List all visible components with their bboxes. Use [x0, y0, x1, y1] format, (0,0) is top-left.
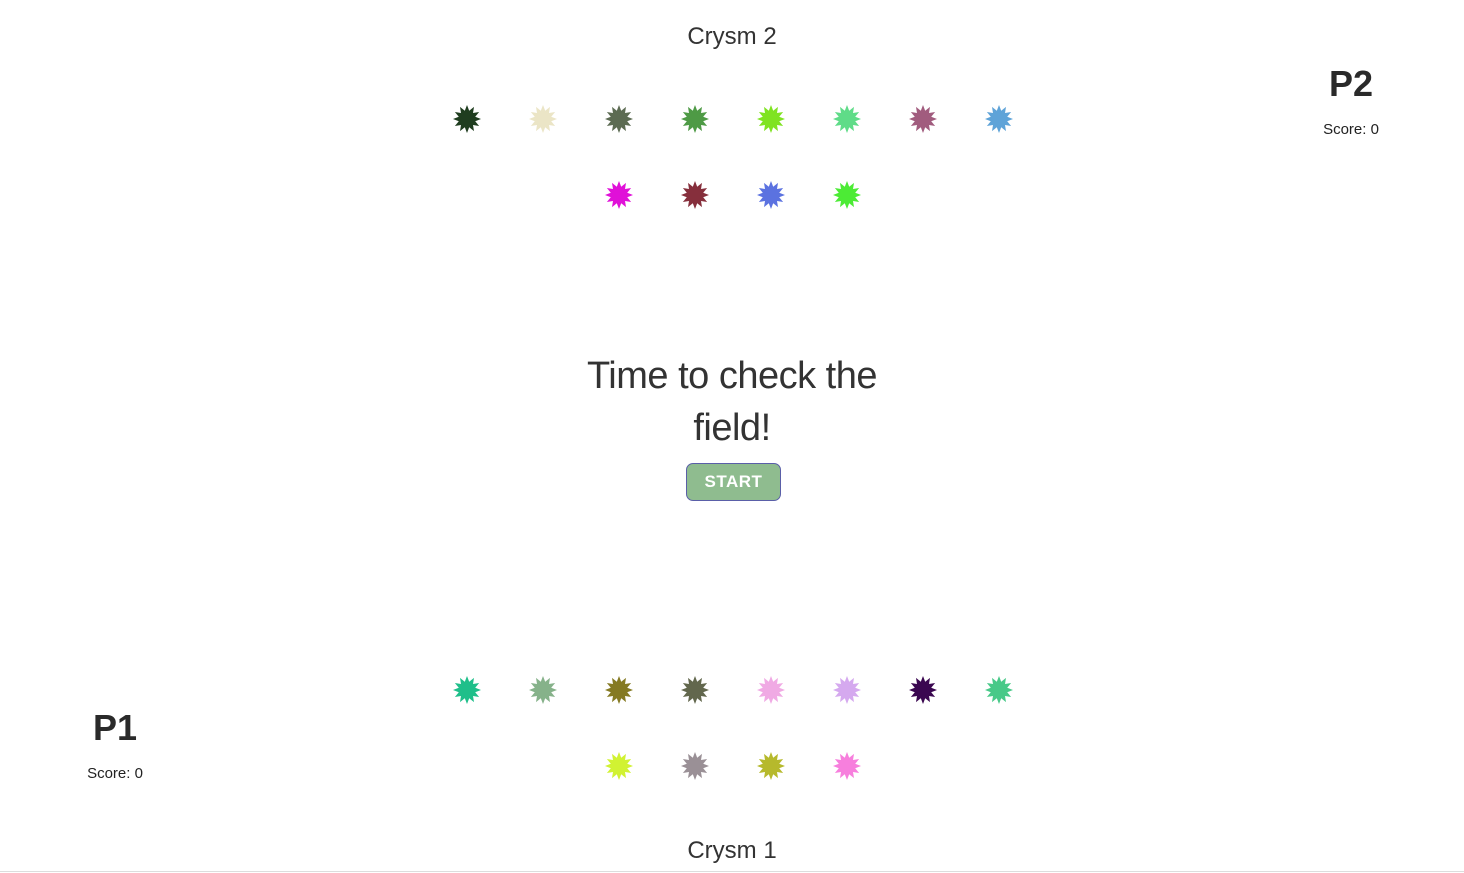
player-2-name: P2 [1328, 63, 1374, 104]
crystal-star-icon[interactable] [680, 180, 710, 210]
crystal-star-icon[interactable] [680, 104, 710, 134]
crystal-star-icon[interactable] [756, 104, 786, 134]
player-2-panel: P2 Score: 0 [1281, 64, 1421, 140]
crystal-star-icon[interactable] [452, 104, 482, 134]
crystal-star-icon[interactable] [984, 675, 1014, 705]
crystal-star-icon[interactable] [908, 104, 938, 134]
status-message: Time to check the field! [587, 355, 878, 449]
crystal-star-icon[interactable] [832, 104, 862, 134]
player-1-panel: P1 Score: 0 [45, 708, 185, 784]
player-1-score: Score: 0 [87, 765, 143, 782]
player-2-score: Score: 0 [1323, 121, 1379, 138]
crystal-star-icon[interactable] [908, 675, 938, 705]
crystal-star-icon[interactable] [604, 675, 634, 705]
player-1-name: P1 [92, 707, 138, 748]
crystal-star-icon[interactable] [984, 104, 1014, 134]
divider [0, 871, 1464, 872]
field-title-crysm-1: Crysm 1 [687, 837, 777, 864]
crystal-star-icon[interactable] [604, 180, 634, 210]
crystal-star-icon[interactable] [832, 751, 862, 781]
crystal-star-icon[interactable] [680, 675, 710, 705]
crystal-star-icon[interactable] [680, 751, 710, 781]
crystal-star-icon[interactable] [528, 104, 558, 134]
crystal-star-icon[interactable] [604, 104, 634, 134]
crystal-star-icon[interactable] [756, 675, 786, 705]
crystal-star-icon[interactable] [756, 751, 786, 781]
crystal-star-icon[interactable] [528, 675, 558, 705]
game-stage: Crysm 2 P2 Score: 0 Time to check the fi… [0, 0, 1464, 873]
crystal-star-icon[interactable] [756, 180, 786, 210]
crystal-star-icon[interactable] [832, 180, 862, 210]
crystal-star-icon[interactable] [604, 751, 634, 781]
crystal-star-icon[interactable] [452, 675, 482, 705]
field-title-crysm-2: Crysm 2 [687, 23, 777, 50]
start-button[interactable]: START [686, 463, 781, 501]
crystal-star-icon[interactable] [832, 675, 862, 705]
